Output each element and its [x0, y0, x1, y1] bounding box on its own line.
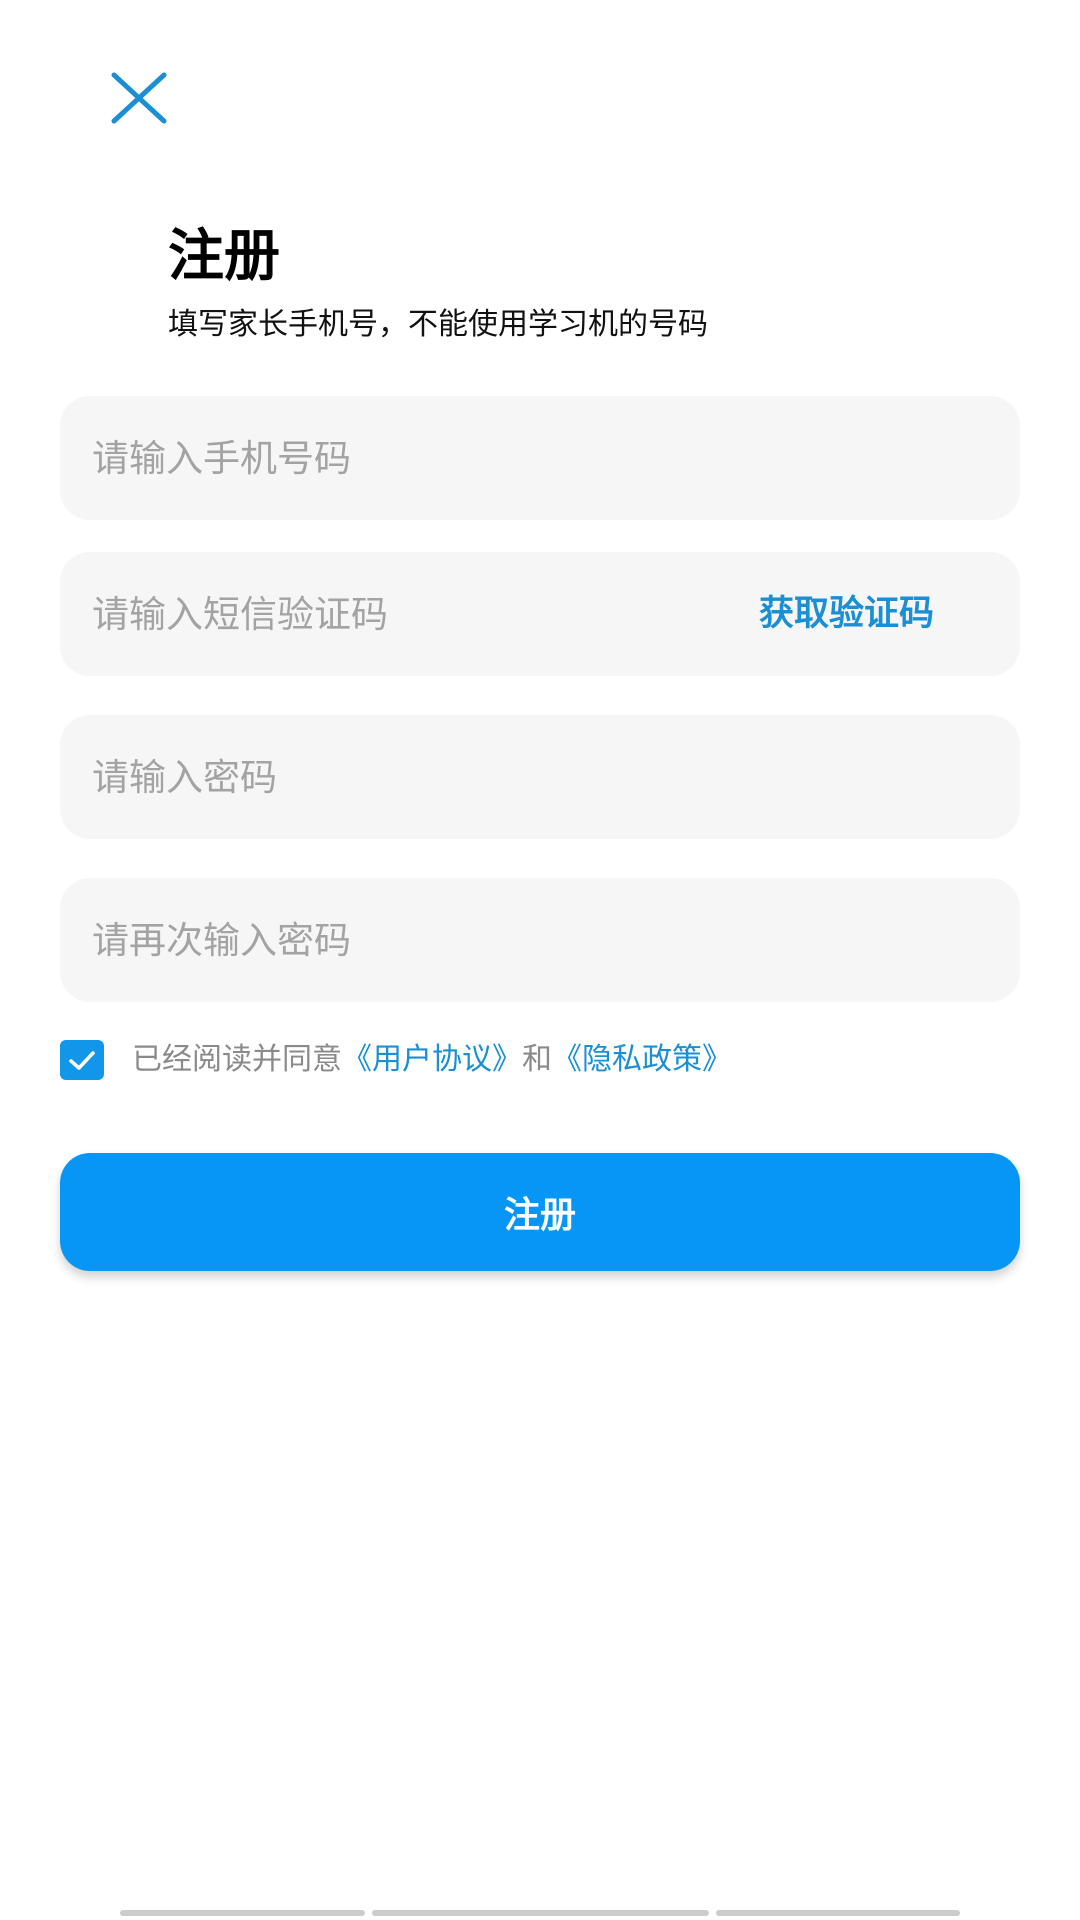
password-input[interactable]: [92, 715, 692, 839]
close-icon: [111, 72, 167, 124]
user-agreement-link[interactable]: 《用户协议》: [342, 1042, 522, 1077]
page-subtitle: 填写家长手机号，不能使用学习机的号码: [168, 307, 708, 342]
phone-input[interactable]: [92, 396, 692, 520]
sms-code-field: 获取验证码: [60, 552, 1020, 676]
password-confirm-field: [60, 878, 1020, 1002]
password-field: [60, 715, 1020, 839]
get-code-button[interactable]: 获取验证码: [759, 552, 934, 676]
agreement-conjunction: 和: [522, 1042, 552, 1077]
page-title: 注册: [168, 224, 280, 289]
password-confirm-input[interactable]: [92, 878, 692, 1002]
close-button[interactable]: [100, 65, 180, 145]
bottom-divider: [716, 1910, 960, 1916]
agreement-text: 已经阅读并同意《用户协议》和《隐私政策》: [132, 1040, 732, 1080]
register-button[interactable]: 注册: [60, 1153, 1020, 1271]
phone-field: [60, 396, 1020, 520]
agreement-prefix: 已经阅读并同意: [132, 1042, 342, 1077]
bottom-divider: [372, 1910, 709, 1916]
agreement-row: 已经阅读并同意《用户协议》和《隐私政策》: [60, 1040, 1020, 1080]
sms-code-input[interactable]: [92, 552, 692, 676]
privacy-policy-link[interactable]: 《隐私政策》: [552, 1042, 732, 1077]
checkmark-icon: [69, 1051, 95, 1070]
agreement-checkbox[interactable]: [60, 1040, 104, 1080]
register-page: 注册 填写家长手机号，不能使用学习机的号码 获取验证码 已经阅读并同意《用户协议…: [0, 0, 1080, 1920]
bottom-divider: [120, 1910, 365, 1916]
